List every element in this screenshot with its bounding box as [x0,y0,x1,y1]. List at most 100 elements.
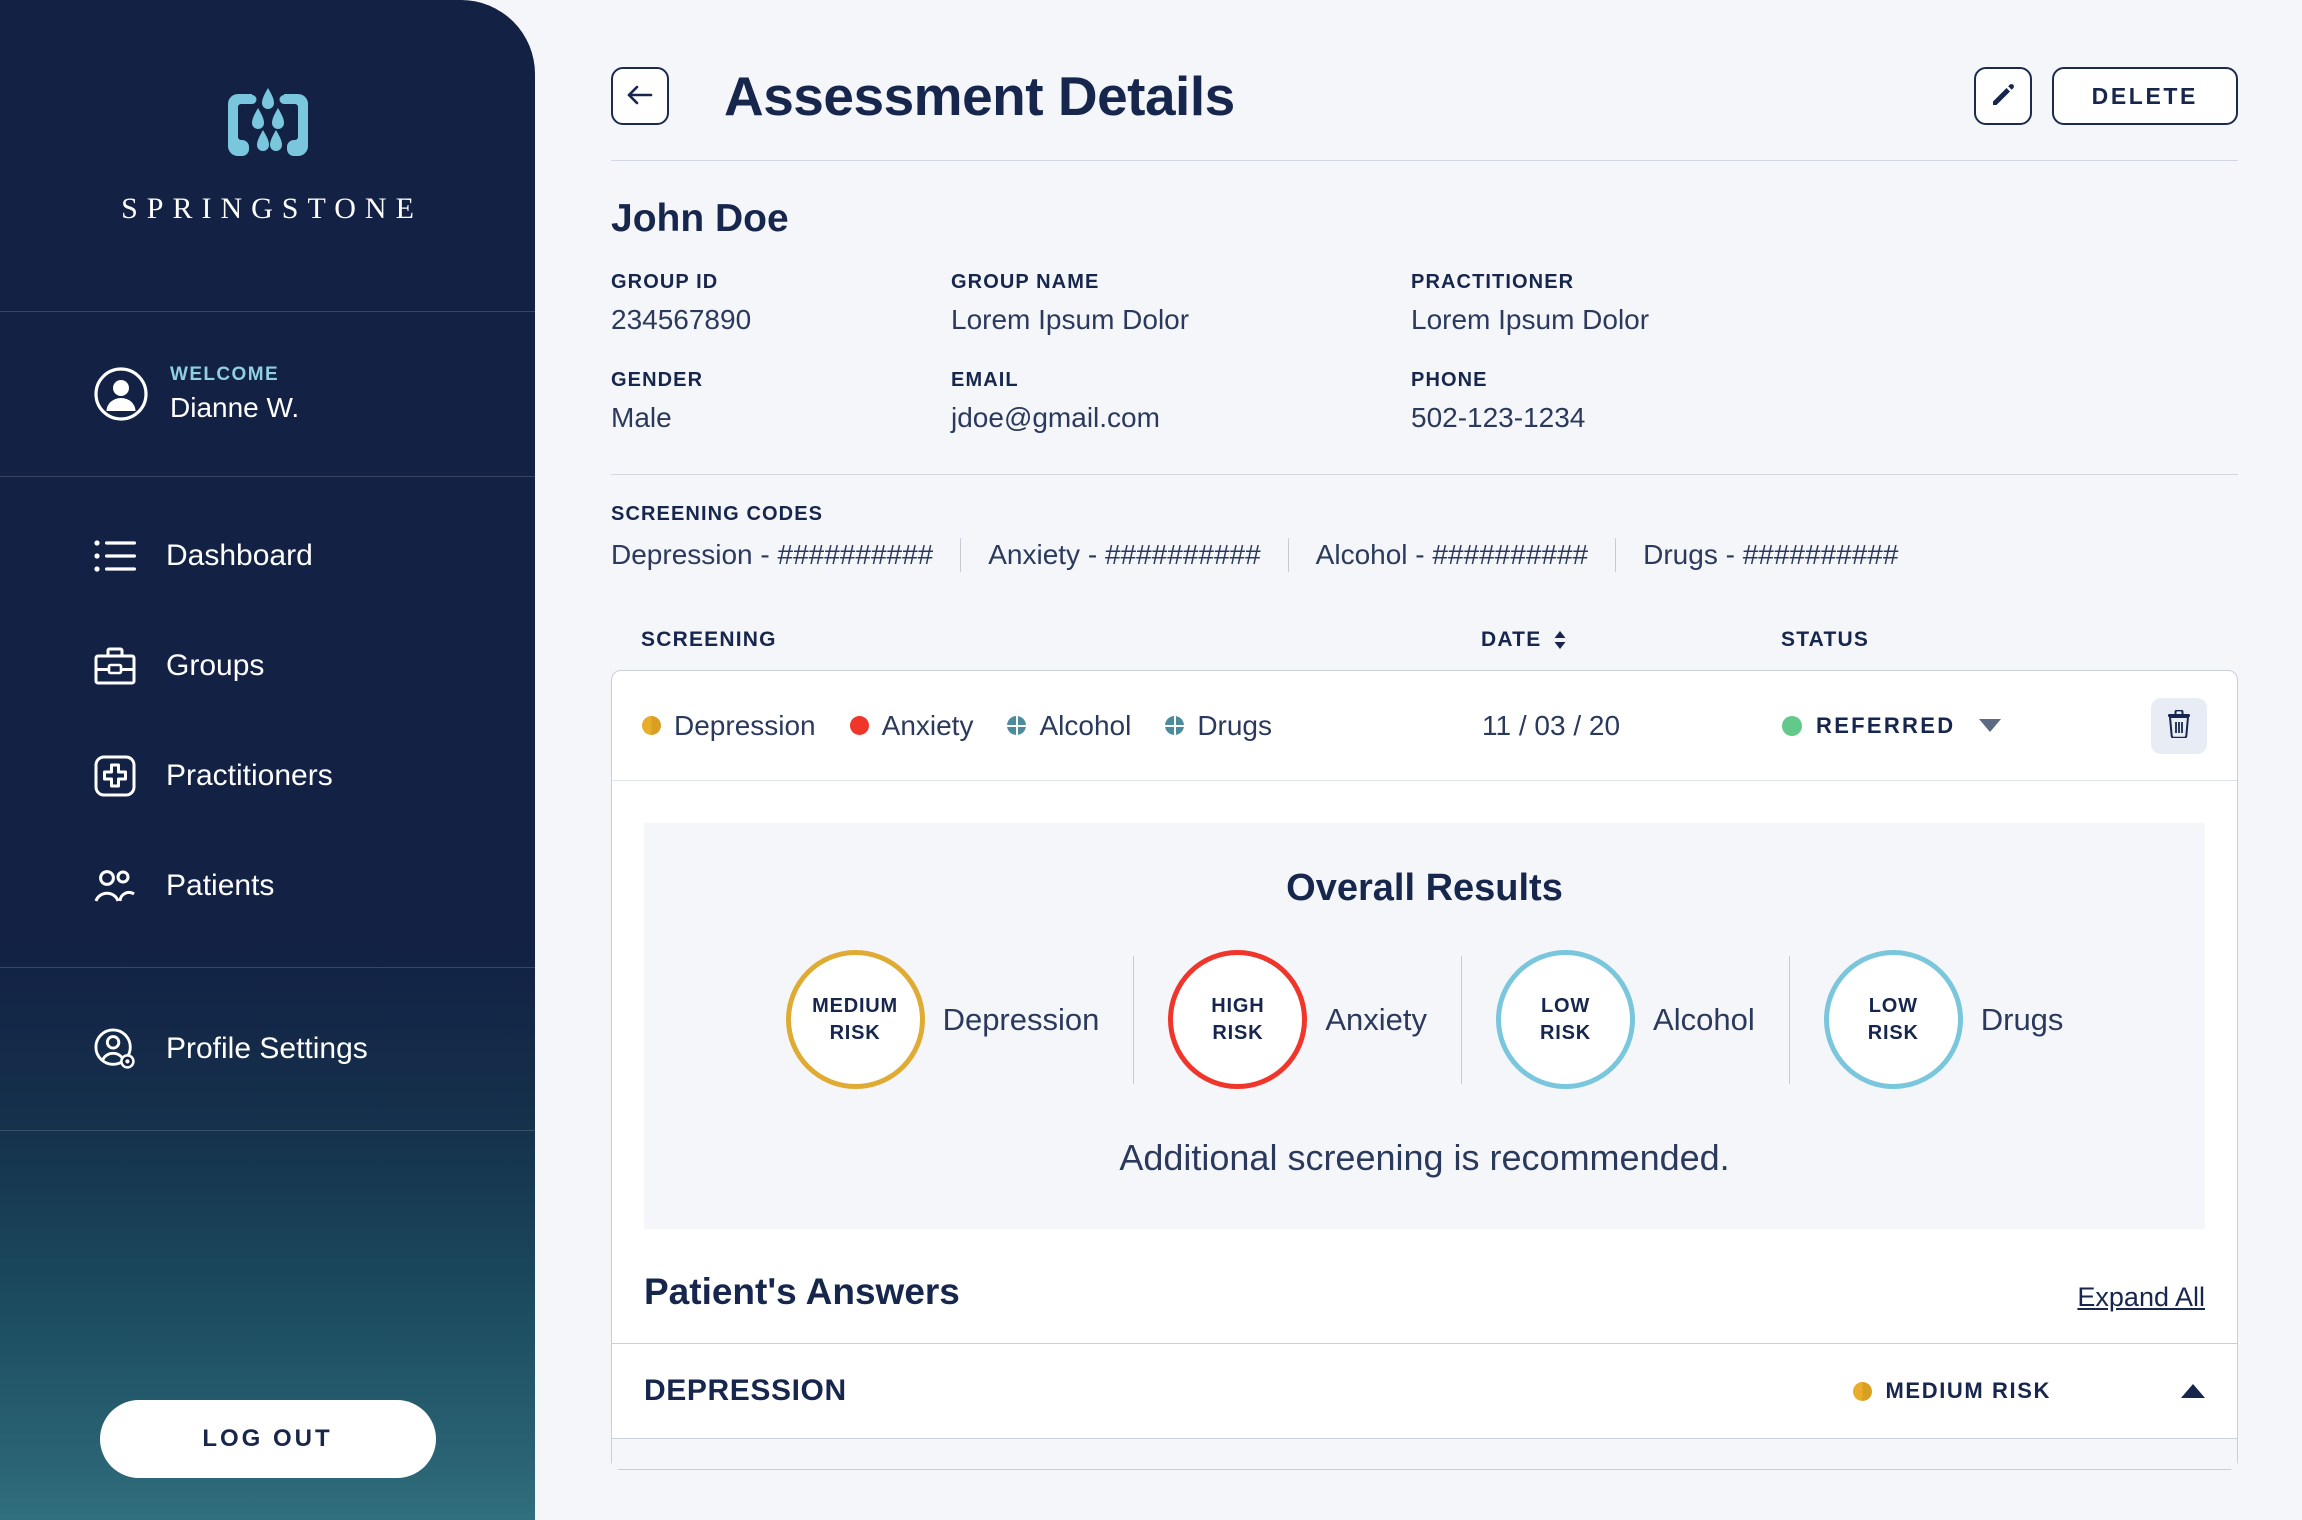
toolbar-actions: DELETE [1973,67,2238,125]
patient-info-grid: GROUP ID 234567890 GROUP NAME Lorem Ipsu… [611,271,2238,434]
app-root: SPRINGSTONE WELCOME Dianne W. Dashboard … [0,0,2302,1520]
accordion-meta: MEDIUM RISK [1852,1378,2205,1404]
sidebar-item-groups[interactable]: Groups [0,611,535,721]
welcome-block: WELCOME Dianne W. [0,312,535,477]
sidebar-item-label: Dashboard [166,539,313,572]
screening-code-item: Depression - ########## [611,539,934,570]
info-field-group-id: GROUP ID 234567890 [611,271,951,336]
status-label: REFERRED [1816,712,1956,738]
sidebar-item-patients[interactable]: Patients [0,831,535,941]
table-header-row: SCREENING DATE STATUS [611,628,2238,670]
field-value: 234567890 [611,304,752,335]
edit-button[interactable] [1973,67,2032,125]
accordion-risk-badge: MEDIUM RISK [1852,1378,2052,1404]
user-avatar-icon [94,367,148,421]
patients-answers-header: Patient's Answers Expand All [612,1271,2237,1343]
info-field-gender: GENDER Male [611,369,951,434]
field-label: GENDER [611,369,704,391]
delete-button[interactable]: DELETE [2051,67,2238,125]
divider [1287,538,1289,572]
screening-codes-row: Depression - ########## Anxiety - ######… [611,538,2238,572]
sidebar: SPRINGSTONE WELCOME Dianne W. Dashboard … [0,0,535,1520]
header-divider [611,160,2238,161]
sidebar-item-practitioners[interactable]: Practitioners [0,721,535,831]
info-divider [611,474,2238,475]
screening-code-item: Drugs - ########## [1643,539,1899,570]
risk-circle: MEDIUM RISK [785,950,925,1089]
screening-codes-block: SCREENING CODES Depression - ########## … [611,503,2238,572]
status-dot-icon [1782,715,1802,736]
field-label: PRACTITIONER [1411,271,1575,293]
risk-level-line1: HIGH [1211,994,1265,1017]
risk-item-anxiety: HIGH RISK Anxiety [1134,950,1461,1089]
screening-code-item: Alcohol - ########## [1315,539,1589,570]
welcome-user-name: Dianne W. [170,391,300,423]
briefcase-icon [94,645,136,687]
caret-up-icon[interactable] [2181,1384,2205,1398]
field-label: EMAIL [951,369,1019,391]
main-content: Assessment Details DELETE John Doe GROUP… [535,0,2302,1520]
caret-down-icon[interactable] [1979,719,2002,732]
expand-all-link[interactable]: Expand All [2077,1282,2205,1313]
people-icon [94,865,136,907]
risk-level-line2: RISK [1867,1021,1919,1044]
screening-chip-label: Alcohol [1039,709,1132,741]
sidebar-item-profile-settings[interactable]: Profile Settings [0,994,535,1104]
risk-level-line1: LOW [1868,994,1918,1017]
welcome-label: WELCOME [170,363,280,385]
field-label: PHONE [1411,369,1488,391]
risk-level-line2: RISK [1540,1021,1592,1044]
column-header-date-label: DATE [1481,628,1542,651]
divider [960,538,962,572]
field-value: Lorem Ipsum Dolor [1411,304,1650,335]
screening-chip-depression: Depression [642,710,816,742]
quad-teal-dot-icon [1007,716,1027,735]
screening-chip-label: Depression [674,709,816,741]
user-gear-icon [94,1028,136,1070]
accordion-risk-label: MEDIUM RISK [1885,1378,2051,1403]
risk-circle: HIGH RISK [1168,950,1308,1089]
sidebar-item-label: Groups [166,649,265,682]
screening-chip-alcohol: Alcohol [1007,710,1131,742]
sidebar-settings-group: Profile Settings [0,968,535,1131]
screening-chip-anxiety: Anxiety [849,710,973,742]
divider [1615,538,1617,572]
column-header-date[interactable]: DATE [1481,628,1781,652]
risk-label: Alcohol [1653,1001,1755,1037]
field-value: 502-123-1234 [1411,402,1586,433]
trash-icon [2166,709,2192,741]
sidebar-item-label: Patients [166,869,275,902]
field-value: Lorem Ipsum Dolor [951,304,1190,335]
half-yellow-dot-icon [1852,1381,1872,1401]
screening-date: 11 / 03 / 20 [1482,709,1621,741]
logout-button[interactable]: LOG OUT [99,1400,436,1478]
status-badge[interactable]: REFERRED [1782,713,2151,739]
screening-code-item: Anxiety - ########## [988,539,1261,570]
sidebar-nav: Dashboard Groups Practitioners Patients [0,477,535,968]
sidebar-item-label: Practitioners [166,759,333,792]
half-yellow-dot-icon [642,716,661,735]
brand-block: SPRINGSTONE [0,0,535,312]
patient-name: John Doe [611,197,789,240]
accordion-body-placeholder [612,1439,2237,1469]
back-button[interactable] [611,67,669,125]
risk-circle: LOW RISK [1496,950,1636,1089]
arrow-left-icon [626,83,654,110]
brand-name: SPRINGSTONE [121,191,423,225]
column-header-screening: SCREENING [641,628,777,651]
sidebar-item-label: Profile Settings [166,1032,368,1065]
risk-circle-row: MEDIUM RISK Depression HIGH RISK Anxiety [644,950,2205,1089]
quad-teal-dot-icon [1165,716,1185,735]
sidebar-item-dashboard[interactable]: Dashboard [0,501,535,611]
risk-circle: LOW RISK [1823,950,1963,1089]
table-row: Depression Anxiety Alcohol Drugs 11 / 03… [612,671,2237,781]
risk-item-drugs: LOW RISK Drugs [1790,950,2098,1089]
row-delete-button[interactable] [2151,697,2207,754]
accordion-row-depression[interactable]: DEPRESSION MEDIUM RISK [612,1343,2237,1439]
overall-results-title: Overall Results [1286,867,1563,909]
field-label: GROUP ID [611,271,719,293]
screening-codes-label: SCREENING CODES [611,503,824,525]
overall-results-panel: Overall Results MEDIUM RISK Depression H… [644,823,2205,1229]
column-header-status: STATUS [1781,628,1870,651]
field-label: GROUP NAME [951,271,1100,293]
